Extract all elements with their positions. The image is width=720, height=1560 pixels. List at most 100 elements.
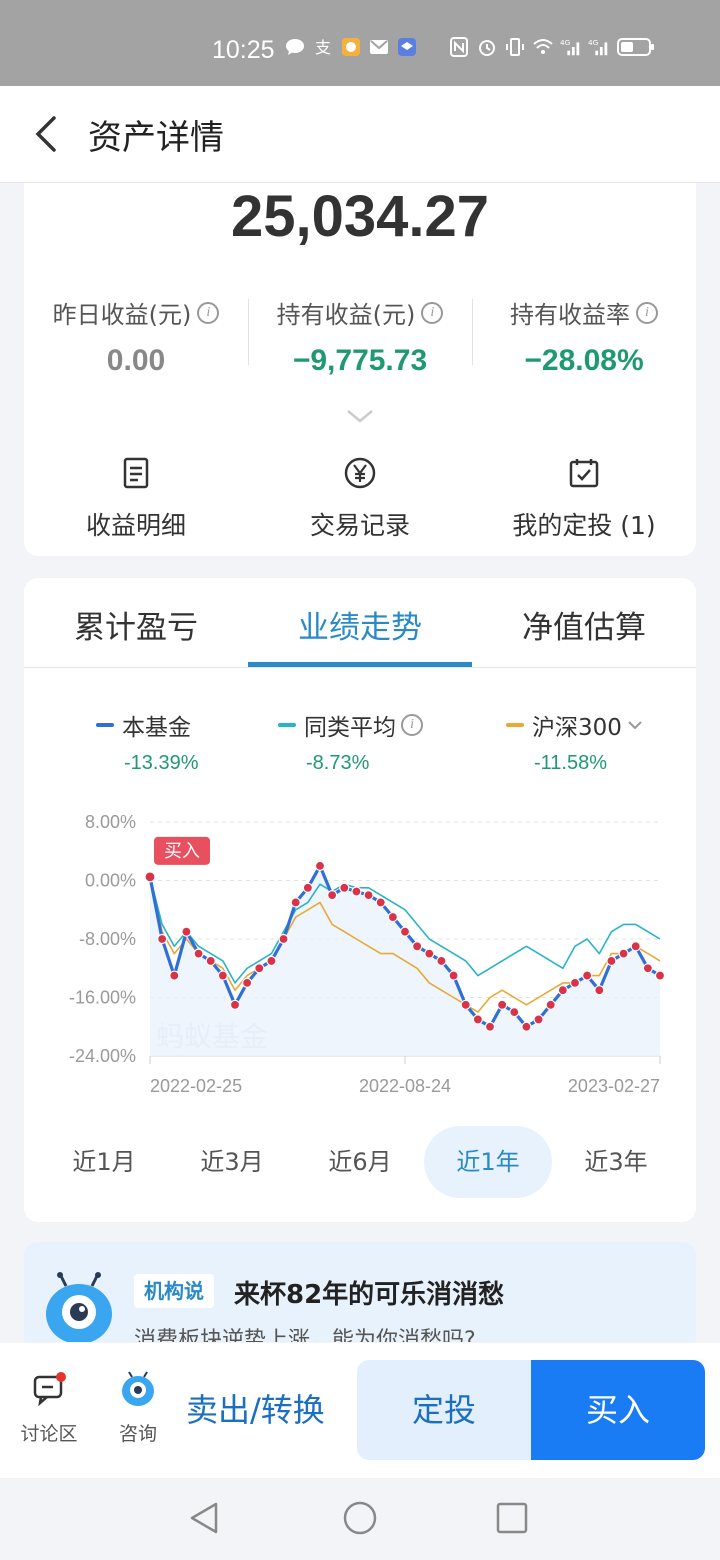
- consult-label: 咨询: [118, 1423, 157, 1445]
- action-label: 交易记录: [309, 511, 410, 540]
- tab-cumulative-pnl[interactable]: 累计盈亏: [24, 602, 248, 647]
- stat-value: −9,775.73: [292, 344, 428, 377]
- bottom-action-bar: 讨论区 咨询 卖出/转换 定投 买入: [0, 1343, 720, 1478]
- buy-point: [606, 955, 617, 967]
- range-6m[interactable]: 近6月: [296, 1126, 424, 1198]
- buy-point: [424, 948, 435, 959]
- performance-chart[interactable]: 8.00% 0.00% -8.00% -16.00% -24.00% 2022-02-25…: [24, 798, 696, 1128]
- buy-point: [545, 999, 556, 1010]
- buy-point: [642, 963, 653, 974]
- buy-point: [363, 890, 374, 901]
- y-tick-label: 0.00%: [85, 871, 136, 891]
- total-asset-amount: 25,034.27: [230, 184, 490, 249]
- vibrate-icon: [504, 36, 526, 58]
- stat-yesterday-earnings: 昨日收益(元) i 0.00: [24, 295, 248, 378]
- range-1y[interactable]: 近1年: [424, 1126, 552, 1198]
- svg-text:支: 支: [315, 38, 331, 57]
- buy-point: [448, 970, 459, 981]
- wifi-icon: [532, 36, 554, 58]
- sell-convert-button[interactable]: 卖出/转换: [186, 1385, 325, 1431]
- svg-text:4G: 4G: [560, 38, 571, 47]
- stat-value: −28.08%: [524, 344, 644, 377]
- buy-point: [205, 955, 216, 967]
- legend-name: 同类平均: [304, 715, 396, 741]
- promo-tag: 机构说: [134, 1274, 214, 1308]
- status-time: 10:25: [212, 36, 275, 64]
- y-tick-label: -8.00%: [79, 929, 136, 949]
- buy-point: [533, 1014, 544, 1025]
- asset-summary-card: 25,034.27 昨日收益(元) i 0.00 持有收益(元) i −9,775.…: [24, 183, 696, 556]
- promo-banner[interactable]: 机构说 来杯82年的可乐消消愁 消费板块逆势上涨，能为你消愁吗?: [24, 1242, 696, 1342]
- y-tick-label: -16.00%: [69, 988, 136, 1008]
- consult-button[interactable]: 咨询: [103, 1371, 173, 1446]
- buy-point: [618, 948, 629, 959]
- tab-nav-estimate[interactable]: 净值估算: [472, 602, 696, 647]
- battery-icon: [616, 36, 656, 58]
- info-icon[interactable]: i: [401, 714, 424, 736]
- action-transaction-records[interactable]: 交易记录: [248, 456, 472, 542]
- buy-point: [314, 860, 326, 871]
- range-3m[interactable]: 近3月: [168, 1126, 296, 1198]
- action-earnings-detail[interactable]: 收益明细: [24, 456, 248, 542]
- buy-point: [594, 985, 605, 996]
- range-1m[interactable]: 近1月: [40, 1126, 168, 1198]
- promo-title: 来杯82年的可乐消消愁: [234, 1280, 505, 1310]
- x-tick-label: 2022-08-24: [359, 1076, 451, 1096]
- buy-point: [582, 970, 593, 981]
- legend-swatch: [96, 723, 114, 727]
- app-icon-orange: [340, 36, 362, 58]
- x-tick-label: 2023-02-27: [568, 1076, 660, 1096]
- stat-label: 昨日收益(元): [52, 301, 192, 329]
- buy-point: [193, 948, 204, 959]
- back-arrow-icon[interactable]: [28, 114, 64, 154]
- chat-bubble-icon: [31, 1371, 67, 1407]
- page-title: 资产详情: [88, 118, 224, 158]
- range-3y[interactable]: 近3年: [552, 1126, 680, 1198]
- info-icon[interactable]: i: [421, 301, 444, 324]
- buy-point: [169, 970, 180, 981]
- chat-icon: [284, 36, 306, 58]
- calendar-check-icon: [569, 459, 599, 488]
- promo-subtitle: 消费板块逆势上涨，能为你消愁吗?: [134, 1328, 476, 1342]
- dca-button[interactable]: 定投: [357, 1360, 531, 1460]
- buy-point: [630, 941, 641, 952]
- nav-recents-icon[interactable]: [494, 1500, 530, 1536]
- mail-icon: [368, 36, 390, 58]
- legend-csi300[interactable]: 沪深300 -11.58%: [506, 708, 720, 775]
- action-label: 我的定投 (1): [512, 511, 656, 540]
- nav-back-icon[interactable]: [186, 1500, 222, 1536]
- status-notification-icons: 支: [284, 36, 418, 58]
- stat-value: 0.00: [106, 344, 166, 377]
- stat-label: 持有收益(元): [276, 301, 416, 329]
- buy-point: [375, 897, 386, 908]
- legend-swatch: [278, 723, 296, 727]
- info-icon[interactable]: i: [636, 301, 658, 324]
- buy-point: [339, 882, 350, 893]
- buy-point: [351, 886, 362, 897]
- info-icon[interactable]: i: [197, 301, 220, 324]
- tab-performance-trend[interactable]: 业绩走势: [248, 602, 472, 647]
- yen-icon: [344, 457, 376, 489]
- buy-point: [557, 985, 568, 996]
- buy-button[interactable]: 买入: [531, 1360, 705, 1460]
- nav-home-icon[interactable]: [342, 1500, 378, 1536]
- buy-point: [399, 926, 411, 937]
- buy-point: [302, 882, 313, 893]
- performance-card: 累计盈亏 业绩走势 净值估算 本基金 -13.39% 同类平均 i -8.73%…: [24, 578, 696, 1222]
- y-tick-label: -24.00%: [69, 1046, 136, 1066]
- action-my-dca[interactable]: 我的定投 (1): [472, 456, 696, 542]
- divider: [24, 667, 696, 668]
- buy-point: [181, 926, 192, 937]
- buy-point: [290, 897, 301, 908]
- legend-swatch: [506, 723, 524, 727]
- chevron-down-icon[interactable]: [346, 409, 374, 423]
- x-tick-label: 2022-02-25: [150, 1076, 242, 1096]
- svg-text:4G: 4G: [588, 38, 599, 47]
- alarm-icon: [476, 36, 498, 58]
- buy-point: [266, 955, 277, 967]
- stat-label: 持有收益率: [510, 301, 630, 329]
- legend-name: 沪深300: [532, 715, 622, 741]
- discuss-button[interactable]: 讨论区: [14, 1371, 84, 1446]
- system-navigation-bar: [0, 1478, 720, 1560]
- stat-holding-return-rate: 持有收益率 i −28.08%: [472, 295, 696, 378]
